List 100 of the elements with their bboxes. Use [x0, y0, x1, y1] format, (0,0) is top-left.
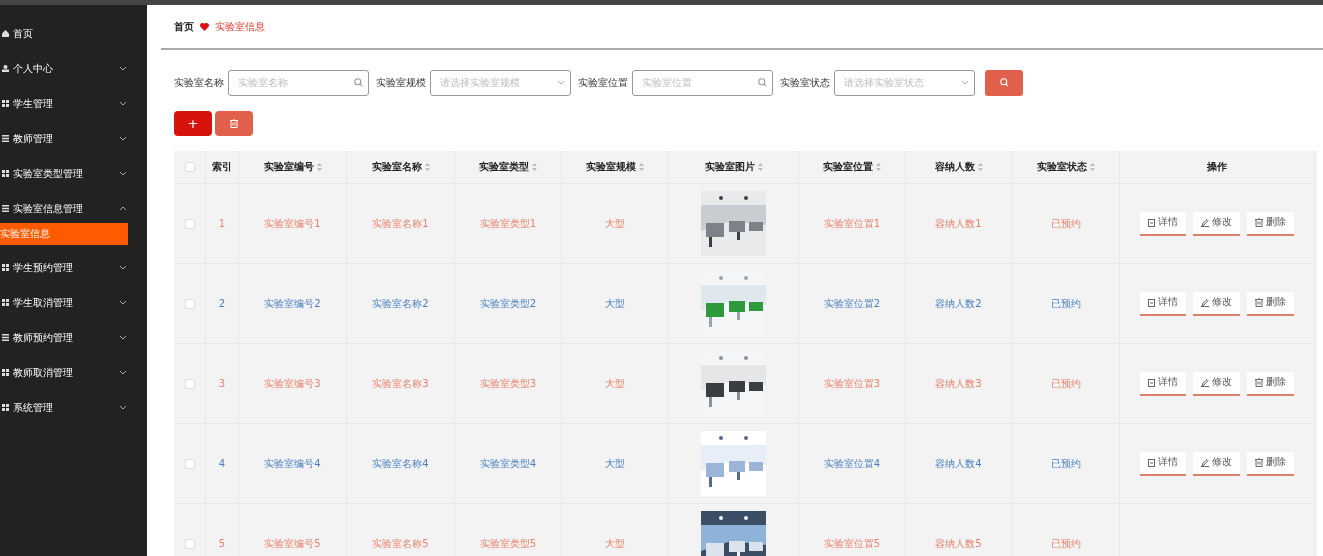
menu-item[interactable]: 实验室信息管理	[0, 191, 147, 226]
grid-icon	[2, 299, 9, 306]
column-header: 实验室图片	[669, 151, 799, 184]
grid-icon	[2, 100, 9, 107]
delete-button[interactable]: 删除	[1247, 451, 1294, 476]
menu-item[interactable]: 学生管理	[0, 86, 147, 121]
column-header: 实验室名称	[347, 151, 455, 184]
pencil-icon	[1201, 298, 1209, 307]
search-button[interactable]	[985, 69, 1023, 96]
menu-item[interactable]: 教师预约管理	[0, 320, 147, 355]
detail-button[interactable]: 详情	[1140, 371, 1186, 396]
search-icon	[758, 78, 767, 87]
table-cell: 大型	[562, 184, 669, 264]
edit-button[interactable]: 修改	[1193, 211, 1240, 236]
delete-button[interactable]: 删除	[1247, 211, 1294, 236]
table-cell: 实验室编号4	[239, 424, 347, 504]
menu-item[interactable]: 首页	[0, 16, 147, 51]
select-field[interactable]: 请选择实验室状态	[834, 69, 975, 96]
table-cell: 实验室名称4	[347, 424, 455, 504]
column-header: 容纳人数	[906, 151, 1012, 184]
column-header: 实验室编号	[239, 151, 347, 184]
detail-button[interactable]: 详情	[1140, 291, 1186, 316]
column-header: 操作	[1120, 151, 1315, 184]
select-field[interactable]: 请选择实验室规模	[430, 69, 571, 96]
sort-icon[interactable]	[876, 163, 881, 171]
table-cell: 实验室位置1	[799, 184, 906, 264]
detail-button[interactable]: 详情	[1140, 211, 1186, 236]
menu-item[interactable]: 教师取消管理	[0, 355, 147, 390]
column-header: 实验室规模	[562, 151, 669, 184]
table-cell: 实验室类型2	[455, 264, 562, 344]
chevron-down-icon	[119, 335, 127, 340]
list-icon	[2, 205, 9, 212]
checkbox[interactable]	[184, 162, 195, 172]
table-cell: 实验室位置4	[799, 424, 906, 504]
breadcrumb-current: 实验室信息	[215, 19, 265, 34]
delete-button[interactable]: 删除	[1247, 371, 1294, 396]
trash-icon	[1255, 298, 1263, 307]
grid-icon	[2, 404, 9, 411]
edit-button[interactable]: 修改	[1193, 371, 1240, 396]
sort-icon[interactable]	[757, 163, 763, 171]
sort-icon[interactable]	[532, 163, 537, 171]
document-icon	[1148, 378, 1155, 387]
menu-item[interactable]: 个人中心	[0, 51, 147, 86]
column-header: 实验室状态	[1012, 151, 1120, 184]
sort-icon[interactable]	[316, 163, 322, 171]
table-cell: 已预约	[1012, 264, 1120, 344]
checkbox[interactable]	[184, 298, 195, 309]
edit-button[interactable]: 修改	[1193, 291, 1240, 316]
document-icon	[1148, 458, 1155, 467]
checkbox[interactable]	[184, 378, 195, 389]
breadcrumb-link[interactable]: 首页	[174, 19, 194, 34]
edit-button[interactable]: 修改	[1193, 451, 1240, 476]
list-icon	[2, 135, 9, 142]
checkbox[interactable]	[184, 538, 195, 549]
column-header: 索引	[206, 151, 239, 184]
table-cell: 容纳人数2	[906, 264, 1012, 344]
sort-icon[interactable]	[1089, 163, 1095, 171]
delete-button[interactable]: 删除	[1247, 291, 1294, 316]
column-header: 实验室位置	[799, 151, 906, 184]
delete-button[interactable]	[215, 111, 253, 136]
grid-icon	[2, 170, 9, 177]
detail-button[interactable]: 详情	[1140, 451, 1186, 476]
checkbox[interactable]	[184, 218, 195, 229]
table-cell: 大型	[562, 264, 669, 344]
table-cell: 实验室位置3	[799, 344, 906, 424]
table-cell: 4	[206, 424, 239, 504]
table-cell: 实验室编号5	[239, 504, 347, 556]
filter-label: 实验室状态	[780, 75, 830, 90]
sort-icon[interactable]	[424, 163, 430, 171]
chevron-down-icon	[961, 80, 969, 85]
search-field[interactable]: 实验室名称	[228, 69, 369, 96]
table-cell: 大型	[562, 344, 669, 424]
trash-icon	[230, 119, 238, 128]
menu-item[interactable]: 教师管理	[0, 121, 147, 156]
sort-icon[interactable]	[977, 163, 983, 171]
menu-item[interactable]: 实验室类型管理	[0, 156, 147, 191]
grid-icon	[2, 369, 9, 376]
table-cell: 容纳人数4	[906, 424, 1012, 504]
table-cell: 实验室编号1	[239, 184, 347, 264]
pencil-icon	[1201, 218, 1209, 227]
heart-icon	[200, 22, 209, 31]
trash-icon	[1255, 218, 1263, 227]
sort-icon[interactable]	[639, 163, 644, 171]
add-button[interactable]: +	[174, 111, 212, 136]
table-cell: 实验室类型5	[455, 504, 562, 556]
table-cell: 实验室编号3	[239, 344, 347, 424]
checkbox[interactable]	[184, 458, 195, 469]
table-cell: 容纳人数5	[906, 504, 1012, 556]
menu-item[interactable]: 学生预约管理	[0, 250, 147, 285]
filter-label: 实验室规模	[376, 75, 426, 90]
table-cell: 实验室名称1	[347, 184, 455, 264]
chevron-down-icon	[119, 101, 127, 106]
table-cell: 已预约	[1012, 504, 1120, 556]
column-header: 实验室类型	[455, 151, 562, 184]
document-icon	[1148, 218, 1155, 227]
table-cell: 容纳人数1	[906, 184, 1012, 264]
menu-item[interactable]: 学生取消管理	[0, 285, 147, 320]
table-cell: 5	[206, 504, 239, 556]
table-cell: 1	[206, 184, 239, 264]
menu-item[interactable]: 系统管理	[0, 390, 147, 425]
